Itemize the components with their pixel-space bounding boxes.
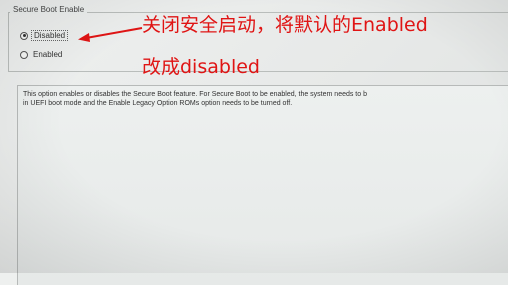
radio-checked-icon[interactable] bbox=[20, 31, 28, 40]
annotation-text-line1: 关闭安全启动，将默认的Enabled bbox=[142, 14, 428, 36]
annotation-text-line2: 改成disabled bbox=[142, 56, 260, 78]
group-title: Secure Boot Enable bbox=[10, 5, 88, 14]
radio-option-enabled[interactable]: Enabled bbox=[20, 50, 62, 59]
radio-unchecked-icon[interactable] bbox=[20, 50, 28, 59]
description-text: This option enables or disables the Secu… bbox=[23, 90, 508, 108]
radio-label-enabled: Enabled bbox=[33, 50, 63, 59]
red-arrow-icon bbox=[78, 27, 143, 42]
description-line1: This option enables or disables the Secu… bbox=[23, 91, 367, 98]
radio-option-disabled[interactable]: Disabled bbox=[20, 30, 69, 41]
radio-label-disabled: Disabled bbox=[31, 30, 69, 41]
description-line2: in UEFI boot mode and the Enable Legacy … bbox=[23, 100, 293, 107]
description-panel: This option enables or disables the Secu… bbox=[17, 85, 508, 285]
